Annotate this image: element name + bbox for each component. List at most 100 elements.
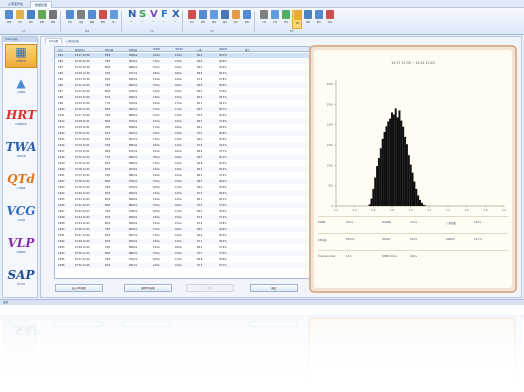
ribbon-button-letter-f[interactable]: FF [159,9,169,29]
sidebar-item-2[interactable]: HRT 心率震荡分析 [5,108,37,132]
table-cell: 65.3 [197,54,203,57]
table-row[interactable]: 1#1 15:17 12:39 83/6 920ms 12ms 13ms 65.3 35.1% [55,53,309,58]
ribbon-button-scatter[interactable]: 散点 [220,10,230,29]
ribbon-button-import[interactable]: 导入 [109,10,119,29]
ribbon-button-statistics[interactable]: 统计 [292,10,302,29]
ribbon-button-open-folder[interactable]: 打开 [15,10,25,29]
ribbon-button-trend[interactable]: 趋势 [198,10,208,29]
table-row[interactable]: 1#26 15:42 12:43 80/6 884ms 15ms 16ms 67.9 37.5… [55,203,309,208]
table-cell: 14ms [175,240,182,243]
table-row[interactable]: 1#31 15:47 12:44 82/6 897ms 13ms 14ms 66.9 36.3… [55,233,309,238]
modify-button[interactable]: 修改 [186,284,234,292]
ribbon-button-histogram[interactable]: 直方 [231,10,241,29]
tab-rr-interval[interactable]: R-R间期 [45,38,63,43]
ribbon-button-report[interactable]: 报告 [242,10,252,29]
table-row[interactable]: 1#21 15:37 12:42 79/6 881ms 14ms 15ms 68.1 37.4… [55,173,309,178]
sidebar-item-6[interactable]: VLP 心室晚电位 [5,236,37,260]
table-row[interactable]: 1#7 15:23 12:40 80/6 879ms 14ms 15ms 68.3 37.6% [55,89,309,94]
table-row[interactable]: 1#25 15:41 12:43 82/6 899ms 14ms 14ms 66.7 36.1… [55,197,309,202]
table-cell: 38.7% [219,108,227,111]
table-row[interactable]: 1#16 15:32 12:41 79/6 885ms 16ms 17ms 67.8 39.3… [55,143,309,148]
table-cell: 898ms [129,162,138,165]
tab-hr-histogram[interactable]: 心率直方图 [63,39,82,44]
ribbon-button-help[interactable]: 帮助 [303,10,313,29]
table-row[interactable]: 1#10 15:26 12:40 82/6 902ms 17ms 17ms 66.5 38.7… [55,107,309,112]
ribbon-tab-data[interactable]: 数据处理 [30,1,53,8]
table-row[interactable]: 1#3 15:19 12:39 80/6 866ms 15ms 16ms 69.3 39.4% [55,65,309,70]
ribbon-button-delete[interactable]: 删除 [98,10,108,29]
insert-rr-button[interactable]: 插入RR间期 [55,284,103,292]
sidebar-item-4[interactable]: QTd QT离散度 [5,172,37,196]
table-row[interactable]: 1#36 15:52 12:45 81/6 891ms 14ms 15ms 67.3 37.1… [55,263,309,268]
ribbon-button-letter-n[interactable]: NN [126,9,136,29]
table-row[interactable]: 1#2 15:18 12:39 78/6 904ms 13ms 14ms 66.4 36.0% [55,59,309,64]
table-row[interactable]: 1#35 15:51 12:44 78/6 872ms 16ms 17ms 68.8 38.6… [55,257,309,262]
table-row[interactable]: 1#19 15:35 12:42 82/6 898ms 13ms 14ms 66.8 36.2… [55,161,309,166]
ribbon-button-export[interactable]: 导出 [281,10,291,29]
table-row[interactable]: 1#29 15:45 12:43 80/6 883ms 15ms 15ms 67.9 37.8… [55,221,309,226]
table-row[interactable]: 1#32 15:48 12:44 81/6 894ms 14ms 14ms 67.1 36.9… [55,239,309,244]
table-cell: 35.5% [219,138,227,141]
table-row[interactable]: 1#6 15:22 12:40 79/6 862ms 15ms 16ms 69.6 38.5% [55,83,309,88]
table-row[interactable]: 1#11 15:27 12:40 79/6 889ms 12ms 13ms 67.5 36.4… [55,113,309,118]
table-row[interactable]: 1#27 15:43 12:43 79/6 878ms 16ms 17ms 68.3 38.4… [55,209,309,214]
table-row[interactable]: 1#28 15:44 12:43 81/6 890ms 14ms 15ms 67.4 37.2… [55,215,309,220]
ribbon-button-marker[interactable]: 标记 [187,10,197,29]
table-row[interactable]: 1#22 15:38 12:42 80/6 876ms 15ms 15ms 68.5 38.2… [55,179,309,184]
delete-rr-button[interactable]: 删除RR间期 [124,284,172,292]
table-cell: 14ms [175,234,182,237]
table-cell: 15:27 12:40 [75,114,90,117]
ribbon-button-label: 导出 [283,22,288,24]
ribbon-button-tool[interactable]: 工具 [259,10,269,29]
sidebar-item-1[interactable]: ▲ 心率震荡 [5,76,37,100]
table-row[interactable]: 1#17 15:33 12:41 80/6 871ms 15ms 16ms 68.9 37.7… [55,149,309,154]
ribbon-button-save[interactable]: 保存 [26,10,36,29]
sidebar-item-0[interactable]: ▦ 心率变异性 [5,44,37,68]
ribbon-button-letter-v[interactable]: VV [148,9,158,29]
confirm-button[interactable]: 确定 [250,284,298,292]
table-row[interactable]: 1#15 15:31 12:41 83/6 907ms 13ms 13ms 66.2 35.5… [55,137,309,142]
ribbon-button-window[interactable]: 窗口 [314,10,324,29]
table-cell: 37.9% [219,120,227,123]
table-cell: 18ms [153,72,160,75]
ribbon-button-spectrum[interactable]: 频谱 [209,10,219,29]
column-header: 序号 [58,49,63,52]
table-row[interactable]: 1#12 15:28 12:41 80/6 874ms 15ms 15ms 68.7 37.9… [55,119,309,124]
table-cell: 78/6 [105,258,111,261]
table-row[interactable]: 1#24 15:40 12:43 81/6 892ms 13ms 14ms 67.3 36.6… [55,191,309,196]
table-row[interactable]: 1#23 15:39 12:42 78/6 870ms 16ms 17ms 69.0 39.0… [55,185,309,190]
ribbon-button-new-file[interactable]: 新建 [4,10,14,29]
table-row[interactable]: 1#8 15:24 12:40 81/6 896ms 13ms 14ms 66.9 38.3% [55,95,309,100]
ribbon-button-print[interactable]: 打印 [270,10,280,29]
ribbon-button-exit[interactable]: 退出 [325,10,335,29]
table-row[interactable]: 1#4 15:20 12:39 76/6 877ms 18ms 18ms 68.4 40.3% [55,71,309,76]
table-cell: 69.3 [197,66,203,69]
sidebar-item-label: 心率震荡 [16,92,25,94]
table-row[interactable]: 1#9 15:25 12:40 77/6 913ms 16ms 17ms 65.7 39.1% [55,101,309,106]
column-header: SDNN [153,48,160,51]
sidebar-item-label: 心室晚电位 [15,252,26,254]
sidebar-item-7[interactable]: SAP 信号平均 [5,268,37,292]
sidebar-item-5[interactable]: VCG 心电向量 [5,204,37,228]
table-row[interactable]: 1#34 15:50 12:44 80/6 886ms 15ms 15ms 67.7 37.9… [55,251,309,256]
ribbon-button-letter-s[interactable]: SS [137,9,147,29]
table-row[interactable]: 1#5 15:21 12:39 81/6 895ms 13ms 14ms 67.0 37.8% [55,77,309,82]
chart-title: 15:17 12:39 ~ 15:52 12:45 [391,61,434,65]
table-row[interactable]: 1#13 15:29 12:41 78/6 868ms 17ms 18ms 69.1 38.0… [55,125,309,130]
table-cell: 68.5 [197,180,203,183]
table-cell: 13ms [153,192,160,195]
ribbon-button-search[interactable]: 查找 [48,10,58,29]
ribbon-button-refresh[interactable]: 刷新 [37,10,47,29]
table-row[interactable]: 1#33 15:49 12:44 79/6 880ms 15ms 16ms 68.2 37.6… [55,245,309,250]
ribbon-button-gear[interactable]: 设置 [76,10,86,29]
ribbon-button-letter-x[interactable]: XX [170,9,180,29]
table-row[interactable]: 1#30 15:46 12:44 78/6 869ms 17ms 18ms 69.0 39.2… [55,227,309,232]
sidebar-item-3[interactable]: TWA T波电交替 [5,140,37,164]
table-cell: 36.4% [219,114,227,117]
table-row[interactable]: 1#20 15:36 12:42 81/6 903ms 12ms 13ms 66.4 35.9… [55,167,309,172]
ribbon-button-chart[interactable]: 分析 [65,10,75,29]
table-row[interactable]: 1#18 15:34 12:42 77/6 866ms 18ms 19ms 69.3 40.1… [55,155,309,160]
table-row[interactable]: 1#14 15:30 12:41 81/6 893ms 14ms 14ms 67.2 36.8… [55,131,309,136]
ribbon-tab-hrv[interactable]: 心率变异性 [4,1,27,8]
ribbon-button-edit[interactable]: 编辑 [87,10,97,29]
